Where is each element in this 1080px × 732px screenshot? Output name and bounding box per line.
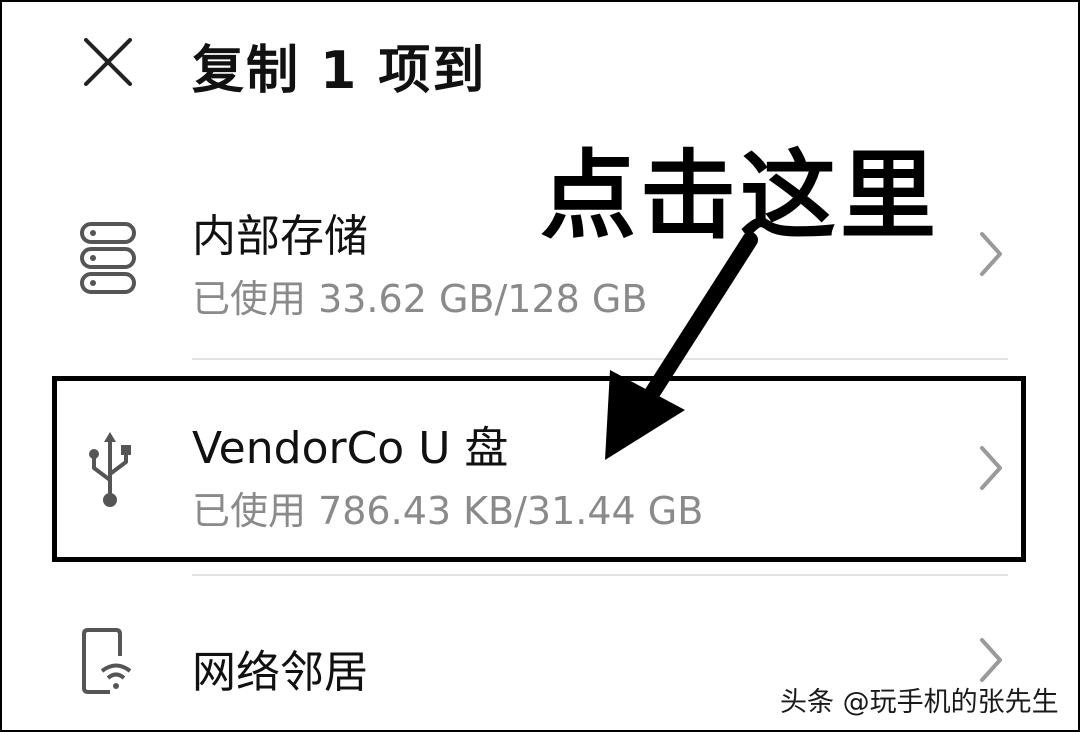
location-usage: 已使用 33.62 GB/128 GB — [192, 277, 648, 321]
storage-icon — [76, 218, 140, 298]
close-button[interactable] — [80, 34, 136, 90]
page-title: 复制 1 项到 — [192, 41, 487, 101]
network-device-icon — [80, 626, 144, 706]
location-name: 内部存储 — [192, 211, 368, 262]
divider — [192, 574, 1008, 576]
location-name: 网络邻居 — [192, 647, 368, 698]
close-icon — [84, 38, 132, 86]
watermark: 头条 @玩手机的张先生 — [780, 687, 1059, 718]
header: 复制 1 项到 — [0, 0, 1080, 130]
chevron-right-icon — [970, 224, 1010, 284]
arrow-annotation — [605, 232, 758, 460]
highlight-box — [52, 376, 1026, 562]
